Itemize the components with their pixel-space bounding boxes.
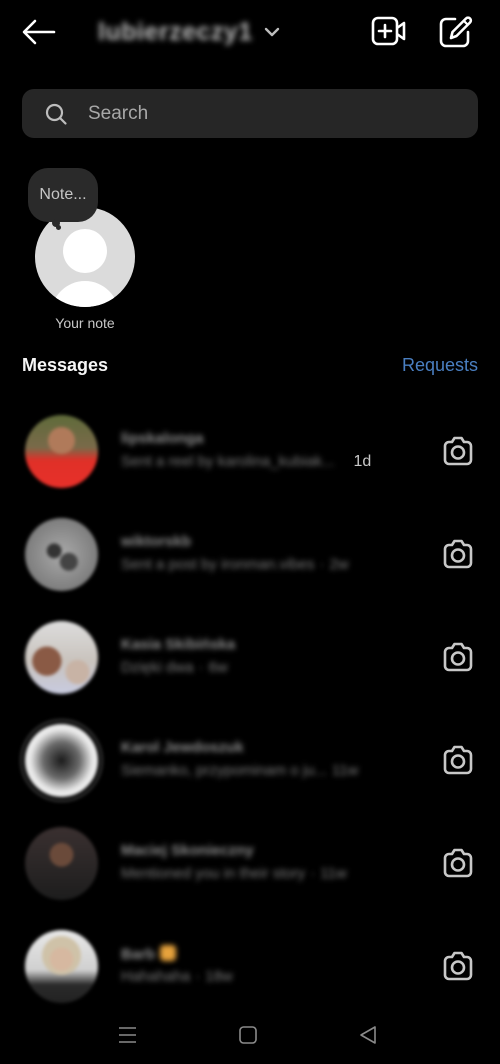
video-call-plus-icon [371,16,406,46]
thread-row[interactable]: Kasia Skibińska Dzięki dwa · 6w [0,606,500,706]
thread-avatar[interactable] [25,827,98,900]
thread-name: Karol Jewdoszuk [121,739,244,756]
thread-preview: Mentioned you in their story · 11w [121,865,347,882]
thread-preview-text: Mentioned you in their story [121,865,306,882]
separator-dot: · [195,968,201,985]
thread-timestamp: 18w [205,968,233,985]
thread-row[interactable]: Karol Jewdoszuk Siemanko, przypominam o … [0,709,500,809]
thread-name: Barb [121,945,177,963]
thread-preview-text: Sent a reel by karolina_kubiak... [121,453,335,470]
thread-preview: Dzięki dwa · 6w [121,659,228,676]
search-bar[interactable] [22,89,478,138]
thread-name: wiktorskb [121,533,191,550]
account-switcher[interactable]: lubierzeczy1 [98,14,281,50]
thread-avatar[interactable] [25,621,98,694]
thread-name: Maciej Skonieczny [121,842,254,859]
home-icon [239,1026,257,1044]
thread-avatar[interactable] [25,930,98,1003]
camera-icon [443,745,473,775]
camera-icon [443,642,473,672]
avatar-body-shape [51,281,119,307]
system-nav-bar [0,1006,500,1064]
thread-timestamp: 11w [320,865,347,882]
thread-name-text: lipskalonga [121,430,204,447]
account-name: lubierzeczy1 [98,17,253,46]
camera-icon [443,951,473,981]
camera-icon [443,436,473,466]
camera-button[interactable] [440,640,476,674]
thread-avatar[interactable] [25,518,98,591]
requests-link[interactable]: Requests [402,355,478,376]
camera-icon [443,539,473,569]
thread-name-text: Maciej Skonieczny [121,842,254,859]
note-bubble-text: Note... [39,186,87,203]
system-back-button[interactable] [353,1020,383,1050]
your-note[interactable]: Note... Your note [22,162,148,342]
thread-row[interactable]: wiktorskb Sent a post by ironman.vibes ·… [0,503,500,603]
camera-button[interactable] [440,949,476,983]
camera-button[interactable] [440,743,476,777]
avatar-head-shape [63,229,107,273]
thread-preview-text: Sent a post by ironman.vibes [121,556,315,573]
thread-timestamp: 11w [331,762,359,779]
compose-button[interactable] [438,14,474,48]
thread-name-text: Barb [121,946,156,963]
search-icon [45,103,67,125]
thread-preview: Sent a reel by karolina_kubiak... 1d [121,453,371,471]
thread-preview-text: Dzięki dwa [121,659,194,676]
thread-row[interactable]: Barb Hahahaha · 18w [0,915,500,1015]
thread-avatar[interactable] [25,415,98,488]
camera-icon [443,848,473,878]
note-bubble[interactable]: Note... [28,168,98,222]
thread-preview-text: Siemanko, przypominam o ju... [121,762,327,779]
thread-preview: Sent a post by ironman.vibes · 2w [121,556,349,573]
camera-button[interactable] [440,846,476,880]
emoji-icon [160,945,177,961]
thread-name: lipskalonga [121,430,204,447]
messages-header: Messages Requests [22,355,478,381]
thread-preview-text: Hahahaha [121,968,191,985]
separator-dot: · [310,865,316,882]
camera-button[interactable] [440,537,476,571]
thread-preview: Hahahaha · 18w [121,968,233,985]
home-button[interactable] [233,1020,263,1050]
thread-name-text: wiktorskb [121,533,192,550]
back-triangle-icon [360,1026,376,1044]
top-bar: lubierzeczy1 [0,0,500,70]
back-button[interactable] [20,16,58,48]
search-input[interactable] [88,89,458,138]
camera-button[interactable] [440,434,476,468]
note-bubble-tail-small [56,225,61,230]
recent-apps-button[interactable] [113,1020,143,1050]
recent-apps-icon [119,1027,136,1043]
thread-timestamp: 1d [353,453,372,470]
compose-pencil-icon [439,16,473,48]
chevron-down-icon [263,23,281,41]
thread-name: Kasia Skibińska [121,636,235,653]
arrow-left-icon [22,19,56,45]
thread-name-text: Karol Jewdoszuk [121,739,244,756]
thread-name-text: Kasia Skibińska [121,636,236,653]
separator-dot: · [319,556,325,573]
thread-row[interactable]: Maciej Skonieczny Mentioned you in their… [0,812,500,912]
new-video-call-button[interactable] [370,14,408,48]
thread-row[interactable]: lipskalonga Sent a reel by karolina_kubi… [0,400,500,500]
separator-dot: · [198,659,204,676]
note-label: Your note [55,315,115,331]
thread-timestamp: 2w [329,556,349,573]
thread-timestamp: 6w [208,659,228,676]
thread-preview: Siemanko, przypominam o ju... 11w [121,762,358,779]
messages-title: Messages [22,355,109,375]
note-avatar-placeholder [35,207,135,307]
thread-avatar[interactable] [25,724,98,797]
